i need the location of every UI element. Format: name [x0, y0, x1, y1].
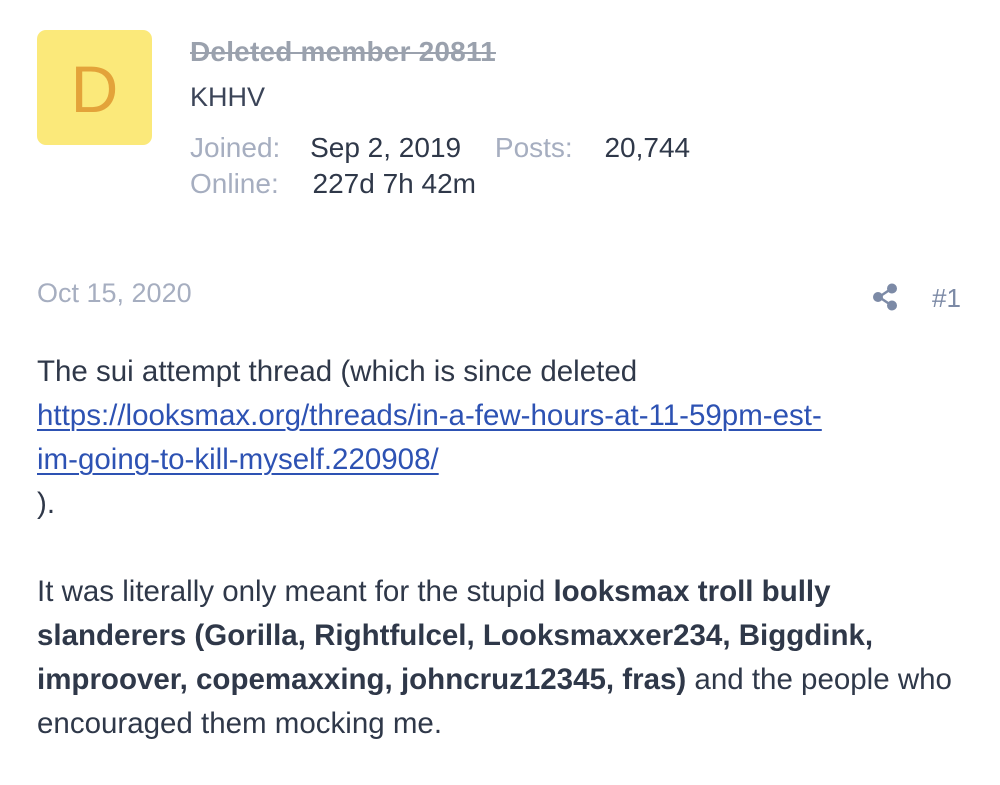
thread-link[interactable]: https://looksmax.org/threads/in-a-few-ho… [37, 399, 822, 476]
avatar-letter: D [70, 51, 119, 126]
member-title: KHHV [190, 82, 266, 112]
avatar[interactable]: D [37, 30, 152, 145]
share-icon[interactable] [870, 282, 900, 312]
thread-link-line-1: https://looksmax.org/threads/in-a-few-ho… [37, 399, 822, 432]
paragraph-2-start: It was literally only meant for the stup… [37, 575, 554, 608]
paragraph-1-close: ). [37, 487, 56, 520]
thread-link-line-2: im-going-to-kill-myself.220908/ [37, 443, 439, 476]
post-paragraph-2: It was literally only meant for the stup… [37, 570, 967, 746]
posts-label: Posts: [494, 132, 573, 163]
joined-label: Joined: [190, 132, 281, 163]
online-label: Online: [190, 168, 279, 199]
member-stats-row-1: Joined: Sep 2, 2019 Posts: 20,744 [190, 132, 690, 164]
online-value: 227d 7h 42m [312, 168, 476, 199]
post-number-link[interactable]: #1 [932, 283, 961, 314]
post-body: The sui attempt thread (which is since d… [37, 350, 967, 746]
member-name[interactable]: Deleted member 20811 [190, 36, 496, 68]
posts-value: 20,744 [604, 132, 691, 163]
post-paragraph-1: The sui attempt thread (which is since d… [37, 350, 967, 526]
member-stats-row-2: Online: 227d 7h 42m [190, 168, 476, 200]
joined-value: Sep 2, 2019 [310, 132, 462, 163]
post-date[interactable]: Oct 15, 2020 [37, 278, 192, 309]
paragraph-1-text: The sui attempt thread (which is since d… [37, 355, 638, 388]
